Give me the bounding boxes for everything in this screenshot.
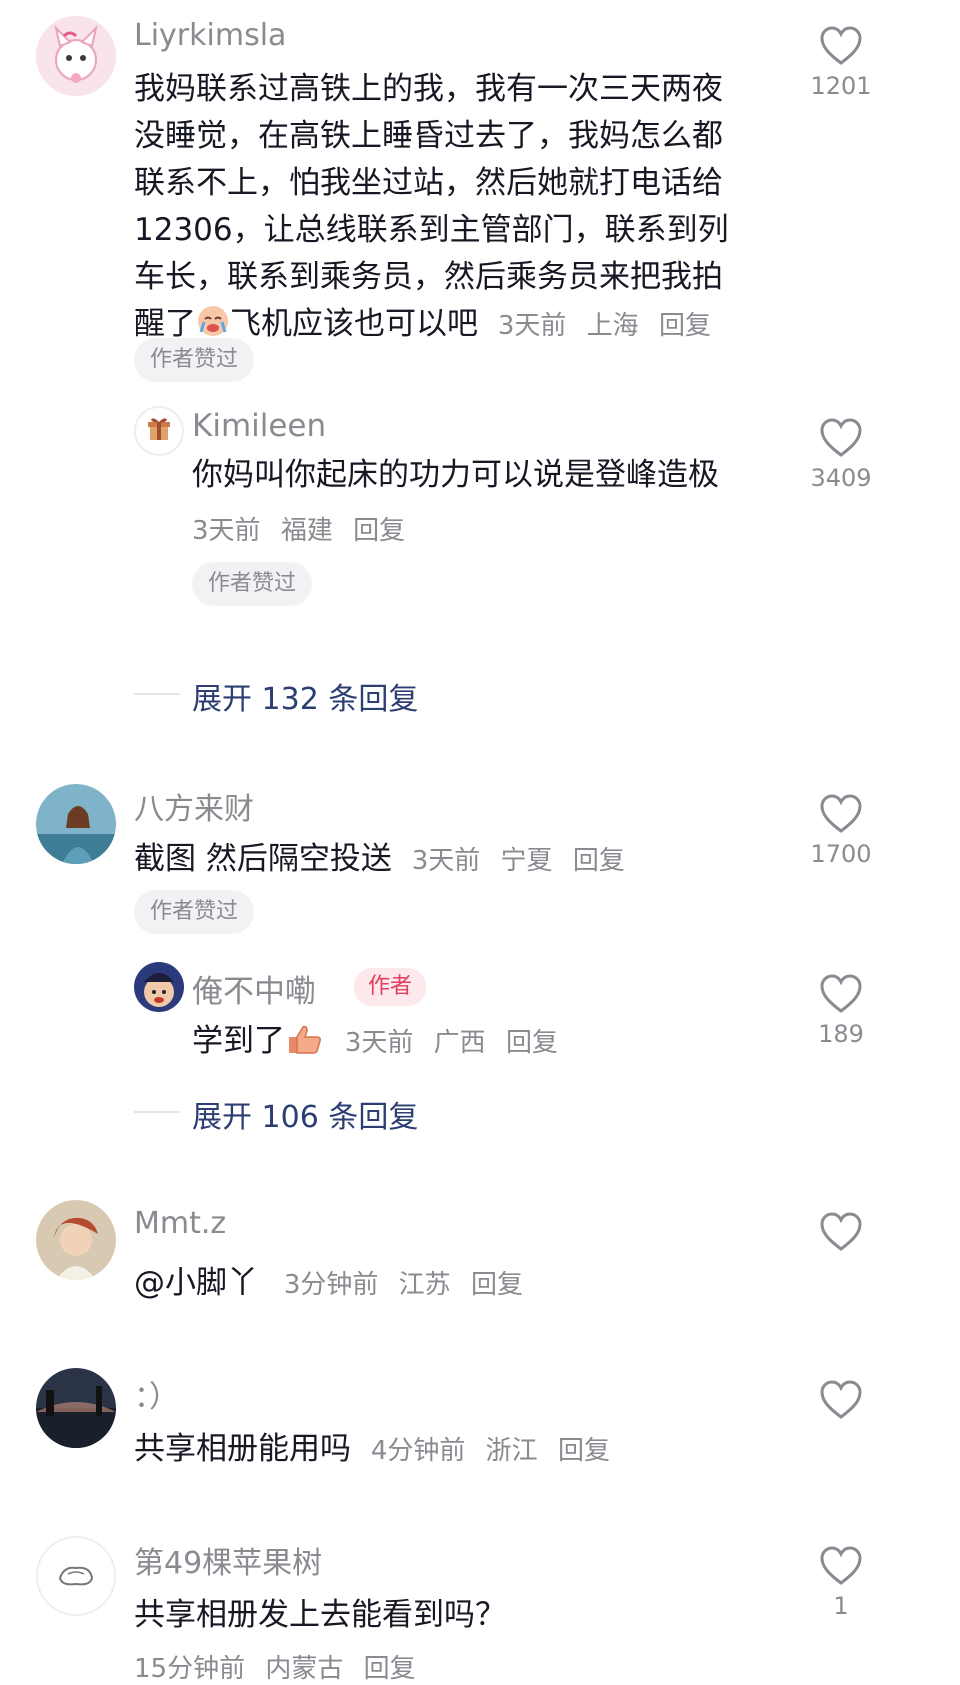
like-button[interactable] <box>796 1380 886 1420</box>
comment-location: 浙江 <box>485 1436 538 1466</box>
comment-location: 内蒙古 <box>265 1654 344 1684</box>
comment-text-line: 醒了 <box>134 306 196 342</box>
comment-text-line: 联系不上，怕我坐过站，然后她就打电话给 <box>134 165 723 201</box>
comment-text-line: 没睡觉，在高铁上睡昏过去了，我妈怎么都 <box>134 118 723 154</box>
reply-button[interactable]: 回复 <box>573 846 625 876</box>
avatar[interactable] <box>36 1536 116 1616</box>
avatar[interactable] <box>134 962 184 1012</box>
like-button[interactable] <box>796 1212 886 1252</box>
comment-text-line: 12306，让总线联系到主管部门，联系到列 <box>134 212 729 248</box>
comment-location: 宁夏 <box>500 846 553 876</box>
comment-username[interactable]: ：） <box>134 1372 179 1416</box>
reply-button[interactable]: 回复 <box>353 516 405 546</box>
heart-outline-icon <box>820 26 862 65</box>
expand-replies-button[interactable]: 展开 106 条回复 <box>192 1092 418 1136</box>
comment-meta: 3分钟前 江苏 回复 <box>284 1270 523 1300</box>
reply-time: 3天前 <box>344 1028 414 1058</box>
like-count: 1 <box>833 1592 849 1620</box>
like-button[interactable]: 1 <box>796 1546 886 1620</box>
comment-text: 共享相册发上去能看到吗？ <box>134 1597 506 1633</box>
comment-location: 上海 <box>586 311 639 341</box>
comment-time: 3分钟前 <box>283 1270 379 1300</box>
author-liked-badge: 作者赞过 <box>134 338 255 382</box>
comment-meta: 4分钟前 浙江 回复 <box>371 1436 610 1466</box>
heart-outline-icon <box>820 1212 862 1251</box>
heart-outline-icon <box>820 794 862 833</box>
heart-outline-icon <box>820 418 862 457</box>
reply-username[interactable]: 俺不中嘞 <box>192 966 316 1011</box>
like-count: 189 <box>818 1020 864 1048</box>
author-liked-badge: 作者赞过 <box>134 890 255 934</box>
comment-meta: 15分钟前 内蒙古 回复 <box>134 1648 416 1685</box>
reply-text: 你妈叫你起床的功力可以说是登峰造极 <box>192 457 719 493</box>
expand-replies-button[interactable]: 展开 132 条回复 <box>192 674 418 718</box>
mention-link[interactable]: @小脚丫 <box>134 1265 258 1301</box>
like-button[interactable]: 189 <box>796 974 886 1048</box>
reply-meta: 3天前 广西 回复 <box>345 1028 558 1058</box>
comment-text: 截图 然后隔空投送 3天前 宁夏 回复 <box>134 836 625 885</box>
reply-button[interactable]: 回复 <box>558 1436 610 1466</box>
like-button[interactable]: 1201 <box>796 26 886 100</box>
heart-outline-icon <box>820 1546 862 1585</box>
comment-username[interactable]: Mmt.z <box>134 1206 226 1241</box>
reply-meta: 3天前 福建 回复 <box>192 510 405 547</box>
expand-divider <box>134 693 180 695</box>
reply-text: 学到了 3天前 广西 回复 <box>192 1018 558 1069</box>
reply-location: 广西 <box>433 1028 486 1058</box>
comment-meta: 3天前 宁夏 回复 <box>412 846 625 876</box>
thumbs-up-emoji-icon <box>285 1022 325 1069</box>
comment-text-line: 我妈联系过高铁上的我，我有一次三天两夜 <box>134 71 723 107</box>
comment-time: 3天前 <box>411 846 481 876</box>
comment-text-line: 车长，联系到乘务员，然后乘务员来把我拍 <box>134 259 723 295</box>
avatar[interactable] <box>36 784 116 864</box>
comment-meta: 3天前 上海 回复 <box>498 311 711 341</box>
avatar[interactable] <box>134 406 184 456</box>
reply-button[interactable]: 回复 <box>364 1654 416 1684</box>
avatar[interactable] <box>36 1368 116 1448</box>
like-count: 1700 <box>810 840 872 868</box>
comment-text-content: 共享相册能用吗 <box>134 1431 351 1467</box>
like-button[interactable]: 3409 <box>796 418 886 492</box>
comment-username[interactable]: 八方来财 <box>134 784 254 828</box>
comment-text-content: 截图 然后隔空投送 <box>134 841 392 877</box>
reply-button[interactable]: 回复 <box>471 1270 523 1300</box>
reply-text-content: 学到了 <box>192 1023 285 1059</box>
comment-time: 4分钟前 <box>370 1436 466 1466</box>
author-tag: 作者 <box>354 968 427 1006</box>
reply-username[interactable]: Kimileen <box>192 408 326 444</box>
like-button[interactable]: 1700 <box>796 794 886 868</box>
reply-time: 3天前 <box>192 516 261 546</box>
comment-location: 江苏 <box>398 1270 451 1300</box>
reply-button[interactable]: 回复 <box>659 311 711 341</box>
expand-divider <box>134 1111 180 1113</box>
heart-outline-icon <box>820 974 862 1013</box>
comment-time: 15分钟前 <box>134 1654 246 1684</box>
comment-username[interactable]: Liyrkimsla <box>134 18 286 53</box>
avatar[interactable] <box>36 1200 116 1280</box>
reply-button[interactable]: 回复 <box>506 1028 558 1058</box>
like-count: 3409 <box>810 464 872 492</box>
avatar[interactable] <box>36 16 116 96</box>
heart-outline-icon <box>820 1380 862 1419</box>
comment-username[interactable]: 第49棵苹果树 <box>134 1538 322 1582</box>
like-count: 1201 <box>810 72 872 100</box>
comment-text: 我妈联系过高铁上的我，我有一次三天两夜 没睡觉，在高铁上睡昏过去了，我妈怎么都 … <box>134 66 784 352</box>
comment-text-line: 飞机应该也可以吧 <box>230 306 478 342</box>
author-liked-badge: 作者赞过 <box>192 562 313 606</box>
comment-text: 共享相册能用吗 4分钟前 浙江 回复 <box>134 1426 610 1475</box>
comment-text: @小脚丫 3分钟前 江苏 回复 <box>134 1260 523 1309</box>
reply-location: 福建 <box>280 516 333 546</box>
comment-time: 3天前 <box>497 311 567 341</box>
